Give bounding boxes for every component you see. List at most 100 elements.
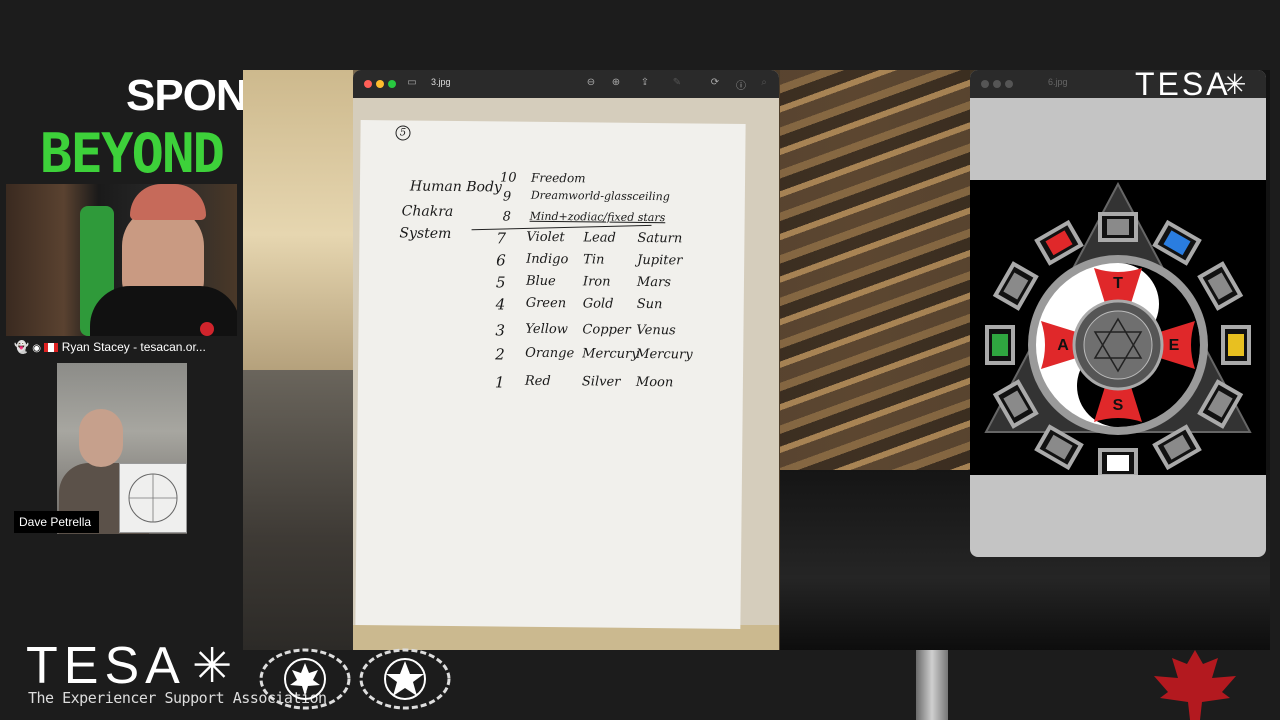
close-button[interactable]	[981, 80, 989, 88]
table-cell-color: Blue	[525, 273, 556, 290]
participant-label-ryan: 👻 ◉ Ryan Stacey - tesacan.or...	[14, 336, 206, 358]
record-icon	[200, 322, 214, 336]
table-cell-num: 1	[494, 373, 505, 392]
wheel-spoke	[1221, 325, 1251, 365]
snowflake-logo-icon: ✳	[192, 640, 233, 693]
maple-leaf-emblem-icon	[258, 648, 352, 710]
table-cell-planet: Moon	[635, 374, 674, 391]
share-icon[interactable]: ⇪	[639, 77, 651, 88]
row-text: Dreamworld-glassceiling	[530, 188, 670, 204]
wheel-spoke	[1098, 448, 1138, 478]
tesa-watermark: TESA	[1135, 66, 1231, 102]
maximize-button[interactable]	[388, 80, 396, 88]
participant-face	[79, 409, 123, 467]
webcam-dave	[57, 363, 187, 534]
markup-icon[interactable]: ✎	[671, 77, 683, 88]
table-cell-num: 3	[495, 321, 506, 340]
row-num: 10	[499, 170, 517, 186]
wheel-letter: A	[1057, 337, 1069, 354]
table-cell-metal: Gold	[582, 296, 614, 312]
close-button[interactable]	[364, 80, 372, 88]
wallpaper-cliff	[780, 70, 970, 490]
preview-window-notes[interactable]: ▭ 3.jpg ⊖ ⊕ ⇪ ✎ ⟳ ⓘ ⌕ 5 Human Body Chakr…	[353, 70, 779, 650]
row-text: Mind+zodiac/fixed stars	[529, 209, 666, 225]
handwritten-page: 5 Human Body Chakra System 10 Freedom 9 …	[355, 119, 746, 630]
table-cell-num: 7	[496, 229, 507, 248]
table-cell-color: Orange	[525, 345, 575, 362]
wheel-spoke	[992, 261, 1039, 311]
table-cell-color: Yellow	[525, 321, 568, 338]
info-icon[interactable]: ⓘ	[735, 77, 747, 92]
drawing-board	[119, 463, 187, 533]
window-filename: 6.jpg	[1048, 77, 1068, 87]
star-emblem-icon	[358, 648, 452, 710]
wheel-spoke	[1034, 424, 1084, 471]
canada-leaf-icon	[1154, 650, 1236, 720]
webcam-ryan	[6, 184, 237, 336]
wheel-letter: E	[1169, 337, 1180, 354]
minimize-button[interactable]	[376, 80, 384, 88]
correspondence-table: 7 Violet Lead Saturn 6 Indigo Tin Jupiter 5 Blue I…	[361, 120, 746, 391]
table-cell-metal: Iron	[582, 274, 611, 290]
participant-name: Ryan Stacey - tesacan.or...	[61, 340, 206, 354]
label-chakra: Chakra	[401, 203, 454, 220]
participant-shirt	[90, 286, 237, 336]
table-cell-color: Indigo	[526, 251, 569, 268]
tesa-logo: TESA	[26, 637, 186, 695]
page-number-marker: 5	[395, 125, 411, 141]
table-cell-planet: Jupiter	[637, 252, 683, 269]
wheel-spoke	[1152, 424, 1202, 471]
tesa-wheel-diagram: T E S A	[984, 181, 1252, 478]
wheel-letter: T	[1113, 275, 1123, 292]
eye-icon: ◉	[32, 343, 42, 354]
wheel-spoke	[1098, 212, 1138, 242]
canada-flag-icon	[44, 343, 59, 353]
minimize-button[interactable]	[993, 80, 1001, 88]
row-num: 9	[502, 189, 512, 205]
wheel-spoke	[1152, 219, 1202, 266]
snowflake-icon: ✳	[1223, 69, 1247, 100]
wallpaper-sky	[243, 70, 353, 370]
table-cell-metal: Copper	[582, 322, 631, 338]
wheel-spoke	[1034, 219, 1084, 266]
rotate-icon[interactable]: ⟳	[709, 77, 721, 88]
table-cell-metal: Lead	[583, 230, 616, 246]
table-cell-metal: Tin	[583, 252, 605, 268]
wheel-spoke	[985, 325, 1015, 365]
search-icon[interactable]: ⌕	[758, 77, 770, 88]
wheel-spoke	[1197, 261, 1244, 311]
sponsor-heading: SPONS	[126, 71, 243, 120]
wallpaper-strip	[916, 650, 948, 720]
zoom-in-icon[interactable]: ⊕	[610, 77, 622, 88]
wheel-letter: S	[1113, 397, 1124, 414]
participant-label-dave: Dave Petrella	[14, 511, 100, 533]
tesa-wheel-image: T E S A	[970, 180, 1266, 478]
label-system: System	[399, 225, 452, 242]
table-cell-metal: Mercury	[582, 346, 639, 362]
label-human-body: Human Body	[409, 178, 502, 196]
wallpaper-sea	[243, 370, 353, 650]
table-cell-planet: Venus	[636, 322, 676, 339]
table-cell-num: 5	[495, 273, 506, 292]
zoom-out-icon[interactable]: ⊖	[585, 77, 597, 88]
table-cell-metal: Silver	[581, 374, 621, 390]
table-surface	[353, 625, 779, 650]
preview-window-wheel[interactable]: 6.jpg T E S A	[970, 70, 1266, 557]
table-cell-planet: Sun	[636, 296, 663, 313]
window-titlebar[interactable]: ▭ 3.jpg ⊖ ⊕ ⇪ ✎ ⟳ ⓘ ⌕	[353, 70, 779, 98]
maximize-button[interactable]	[1005, 80, 1013, 88]
row-num: 8	[502, 209, 512, 225]
window-filename: 3.jpg	[431, 77, 451, 87]
table-cell-color: Green	[525, 295, 567, 312]
table-cell-color: Red	[524, 373, 551, 390]
participant-cap	[130, 184, 206, 220]
sidebar-icon[interactable]: ▭	[406, 77, 418, 88]
ghost-icon: 👻	[14, 340, 29, 354]
table-cell-num: 4	[495, 295, 506, 314]
table-cell-color: Violet	[526, 229, 565, 246]
table-cell-num: 6	[496, 251, 506, 270]
table-cell-num: 2	[495, 345, 505, 364]
table-cell-planet: Saturn	[637, 230, 683, 247]
beyond-banner: BEYOND	[40, 122, 225, 185]
board-sketch	[128, 473, 178, 523]
